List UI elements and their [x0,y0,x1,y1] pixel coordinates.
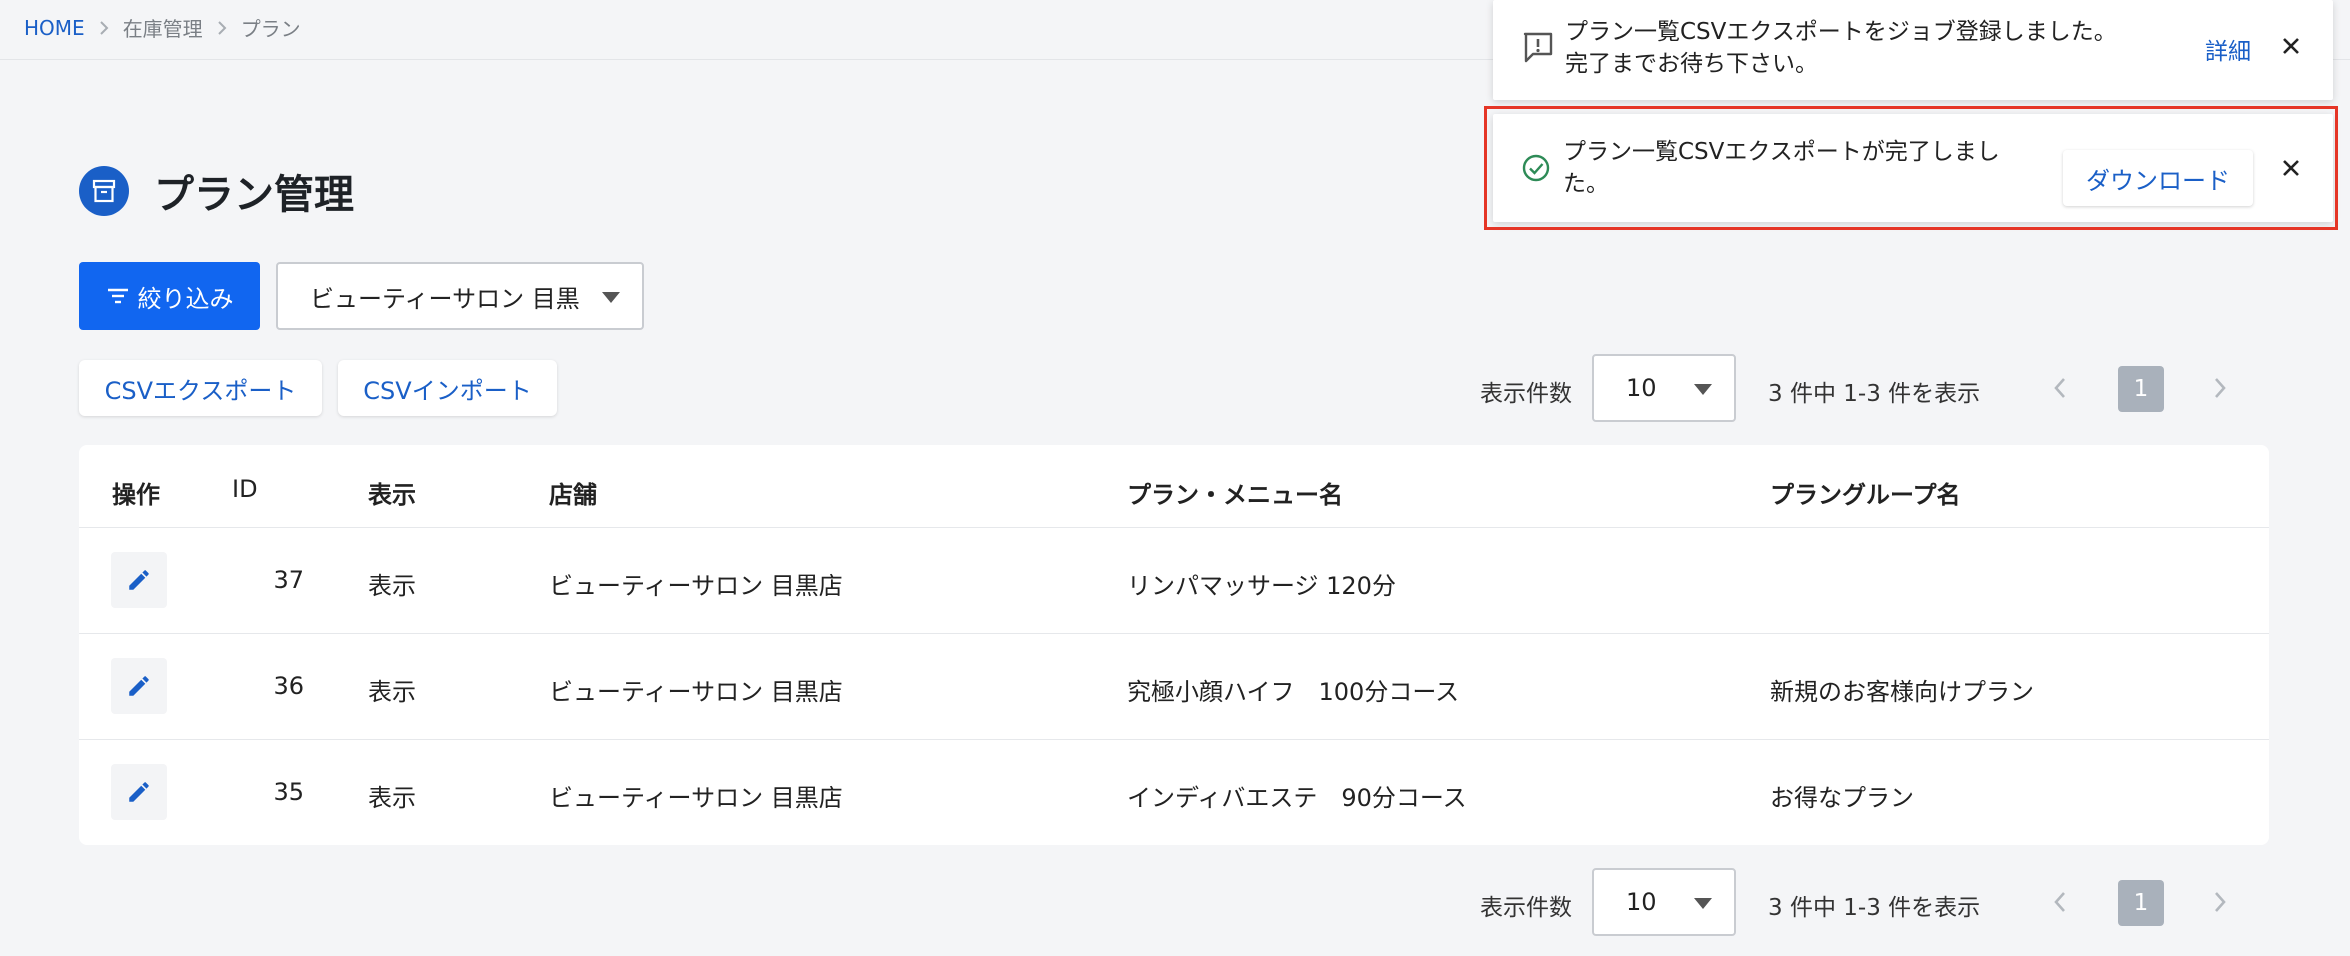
pencil-icon [129,676,149,696]
filter-icon [106,286,130,306]
per-page-value: 10 [1626,888,1657,916]
pencil-icon [129,570,149,590]
chevron-left-icon[interactable] [2052,376,2068,400]
result-count: 3 件中 1-3 件を表示 [1768,895,1981,921]
result-count: 3 件中 1-3 件を表示 [1768,381,1981,407]
pencil-icon [129,782,149,802]
edit-button[interactable] [111,552,167,608]
page-number-button[interactable]: 1 [2118,366,2164,412]
plan-table: 操作 ID 表示 店舗 プラン・メニュー名 プラングループ名 37 表示 ビュー… [79,445,2269,845]
column-header-visibility: 表示 [368,481,416,509]
cell-store: ビューティーサロン 目黒店 [549,678,843,706]
page-title: プラン管理 [154,172,354,218]
cell-plan-group: お得なプラン [1770,784,1914,812]
cell-plan-name: インディバエステ 90分コース [1127,784,1467,812]
highlight-box [1484,106,2338,230]
toast-message-line-2: 完了までお待ち下さい。 [1565,51,1818,77]
column-header-plan-name: プラン・メニュー名 [1127,481,1343,509]
chevron-right-icon[interactable] [2212,890,2228,914]
message-alert-icon [1521,30,1555,64]
page-header: プラン管理 [79,162,354,220]
store-select[interactable]: ビューティーサロン 目黒 [276,262,644,330]
csv-export-button[interactable]: CSVエクスポート [79,360,322,416]
column-header-id: ID [232,475,258,503]
table-row: 37 表示 ビューティーサロン 目黒店 リンパマッサージ 120分 [79,527,2269,633]
cell-id: 35 [273,778,304,806]
cell-plan-name: 究極小顔ハイフ 100分コース [1127,678,1460,706]
per-page-label: 表示件数 [1480,895,1572,921]
breadcrumb-home-link[interactable]: HOME [24,16,85,40]
chevron-right-icon[interactable] [2212,376,2228,400]
per-page-label: 表示件数 [1480,381,1572,407]
breadcrumb-item-inventory[interactable]: 在庫管理 [123,13,203,42]
column-header-plan-group: プラングループ名 [1770,481,1961,509]
chevron-left-icon[interactable] [2052,890,2068,914]
cell-id: 36 [273,672,304,700]
caret-down-icon [1694,898,1712,909]
edit-button[interactable] [111,658,167,714]
cell-plan-group: 新規のお客様向けプラン [1770,678,2034,706]
store-select-value: ビューティーサロン 目黒 [310,284,580,313]
column-header-store: 店舗 [549,481,597,509]
toast-message-line-1: プラン一覧CSVエクスポートをジョブ登録しました。 [1565,19,2117,45]
chevron-right-icon [217,20,227,36]
toast-job-registered: プラン一覧CSVエクスポートをジョブ登録しました。 完了までお待ち下さい。 詳細 [1493,0,2333,100]
caret-down-icon [1694,384,1712,395]
breadcrumb-item-plan: プラン [240,17,301,41]
filter-button-label: 絞り込み [137,284,234,313]
filter-button[interactable]: 絞り込み [79,262,260,330]
caret-down-icon [602,292,620,303]
per-page-select[interactable]: 10 [1592,868,1736,936]
cell-store: ビューティーサロン 目黒店 [549,572,843,600]
close-icon[interactable] [2281,36,2301,56]
pagination-bottom: 表示件数 10 3 件中 1-3 件を表示 1 [1480,868,2240,936]
page-number-button[interactable]: 1 [2118,880,2164,926]
chevron-right-icon [99,20,109,36]
table-row: 35 表示 ビューティーサロン 目黒店 インディバエステ 90分コース お得なプ… [79,739,2269,845]
cell-visibility: 表示 [368,572,416,600]
per-page-select[interactable]: 10 [1592,354,1736,422]
per-page-value: 10 [1626,374,1657,402]
toast-details-link[interactable]: 詳細 [2205,32,2251,66]
column-header-actions: 操作 [112,481,160,509]
cell-visibility: 表示 [368,784,416,812]
edit-button[interactable] [111,764,167,820]
pagination-top: 表示件数 10 3 件中 1-3 件を表示 1 [1480,354,2240,422]
cell-store: ビューティーサロン 目黒店 [549,784,843,812]
cell-plan-name: リンパマッサージ 120分 [1127,572,1396,600]
cell-visibility: 表示 [368,678,416,706]
table-row: 36 表示 ビューティーサロン 目黒店 究極小顔ハイフ 100分コース 新規のお… [79,633,2269,739]
archive-box-icon [79,166,129,216]
cell-id: 37 [273,566,304,594]
csv-import-button[interactable]: CSVインポート [338,360,557,416]
